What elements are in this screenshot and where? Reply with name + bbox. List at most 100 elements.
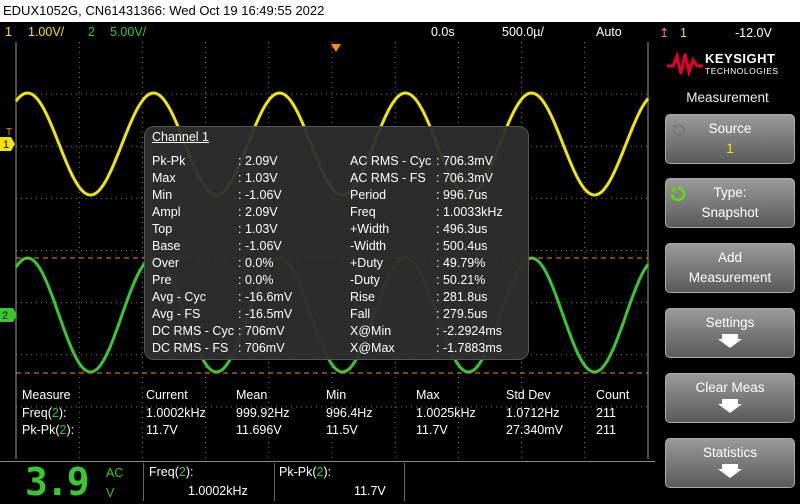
popup-row: Top: 1.03V: [152, 221, 332, 238]
table-cell: 11.696V: [236, 423, 282, 437]
popup-row-value: : 996.7us: [436, 188, 488, 202]
big-readout-digit: 3.9: [25, 460, 90, 504]
popup-row-value: : 1.03V: [238, 171, 278, 185]
popup-row-value: : -1.06V: [238, 188, 282, 202]
popup-row-value: : -16.6mV: [238, 290, 293, 304]
coupling-label: AC: [106, 466, 124, 480]
popup-left-column: Pk-Pk: 2.09V Max: 1.03V Min: -1.06V Ampl: 2…: [152, 153, 332, 357]
popup-row-label: -Duty: [350, 273, 380, 287]
ch2-ground-marker[interactable]: 2: [0, 308, 17, 322]
ch2-scale[interactable]: 5.00V/: [110, 22, 146, 42]
popup-row-value: : -16.5mV: [238, 307, 293, 321]
popup-row-label: DC RMS - FS: [152, 341, 229, 355]
ch1-number[interactable]: 1: [5, 22, 12, 42]
bottom-meas2-name[interactable]: Pk-Pk(2):: [279, 465, 331, 479]
popup-row: AC RMS - Cyc: 706.3mV: [350, 153, 525, 170]
settings-softkey[interactable]: Settings: [665, 308, 795, 358]
popup-row-value: : 706mV: [238, 341, 285, 355]
timebase[interactable]: 500.0µ/: [502, 22, 544, 42]
bottom-meas1-name[interactable]: Freq(2):: [149, 465, 193, 479]
keysight-logo: KEYSIGHT TECHNOLOGIES: [655, 22, 800, 86]
popup-row-value: : 281.8us: [436, 290, 488, 304]
popup-row: Ampl: 2.09V: [152, 204, 332, 221]
table-header-max: Max: [416, 388, 440, 402]
popup-row-label: -Width: [350, 239, 387, 253]
horizontal-delay[interactable]: 0.0s: [431, 22, 455, 42]
trigger-level-marker[interactable]: T: [6, 127, 12, 138]
brand-name: KEYSIGHT: [705, 51, 776, 66]
popup-row: -Duty : 50.21%: [350, 272, 525, 289]
table-header-mean: Mean: [236, 388, 268, 402]
ch1-ground-marker[interactable]: 1: [0, 137, 15, 151]
popup-row-label: X@Min: [350, 324, 392, 338]
source-softkey[interactable]: Source 1: [665, 114, 795, 164]
popup-row-label: AC RMS - FS: [350, 171, 426, 185]
popup-row: Freq : 1.0033kHz: [350, 204, 525, 221]
popup-row-label: Min: [152, 188, 173, 202]
popup-row-label: Base: [152, 239, 181, 253]
measurement-statistics-table: Measure Current Mean Min Max Std Dev Cou…: [0, 388, 655, 440]
popup-row-value: : 279.5us: [436, 307, 488, 321]
popup-row: Period : 996.7us: [350, 187, 525, 204]
popup-row-label: Period: [350, 188, 387, 202]
table-header-measure: Measure: [22, 388, 71, 402]
popup-row: Fall : 279.5us: [350, 306, 525, 323]
popup-row-value: : 2.09V: [238, 154, 278, 168]
popup-row-label: Freq: [350, 205, 376, 219]
popup-row-label: Fall: [350, 307, 371, 321]
add-measurement-label-2: Measurement: [688, 270, 772, 285]
popup-row: Avg - Cyc: -16.6mV: [152, 289, 332, 306]
popup-row: Pre: 0.0%: [152, 272, 332, 289]
popup-row-value: : 1.0033kHz: [436, 205, 503, 219]
popup-row-value: : -2.2924ms: [436, 324, 503, 338]
popup-row: DC RMS - FS : 706mV: [152, 340, 332, 357]
table-header-count: Count: [596, 388, 630, 402]
popup-row-value: : 496.3us: [436, 222, 488, 236]
type-value: Snapshot: [701, 205, 759, 220]
unit-label: V: [106, 486, 115, 500]
source-label: Source: [708, 121, 752, 136]
table-cell: 211: [596, 423, 616, 437]
source-value: 1: [726, 141, 734, 156]
statistics-softkey[interactable]: Statistics: [665, 438, 795, 488]
popup-row-value: : -1.7883ms: [436, 341, 503, 355]
table-row-pkpk-name: Pk-Pk(2):: [22, 423, 75, 437]
popup-row: Base: -1.06V: [152, 238, 332, 255]
popup-right-column: AC RMS - Cyc: 706.3mV AC RMS - FS : 706.3m…: [350, 153, 525, 357]
type-label: Type:: [713, 185, 747, 200]
popup-row: +Duty: 49.79%: [350, 255, 525, 272]
popup-row: Rise: 281.8us: [350, 289, 525, 306]
table-header-stddev: Std Dev: [506, 388, 551, 402]
popup-row-label: +Duty: [350, 256, 384, 270]
popup-row: Avg - FS : -16.5mV: [152, 306, 332, 323]
popup-row-label: Avg - FS: [152, 307, 201, 321]
popup-title: Channel 1: [152, 130, 209, 144]
popup-row-label: Ampl: [152, 205, 181, 219]
bottom-meas1-value: 1.0002kHz: [188, 484, 248, 498]
title-bar: EDUX1052G, CN61431366: Wed Oct 19 16:49:…: [0, 0, 800, 22]
popup-row-value: : 706.3mV: [436, 171, 493, 185]
table-cell: 11.7V: [416, 423, 448, 437]
table-cell: 1.0002kHz: [146, 406, 206, 420]
popup-row-value: : 706.3mV: [436, 154, 493, 168]
ch2-number[interactable]: 2: [88, 22, 95, 42]
popup-row-label: X@Max: [350, 341, 395, 355]
clear-meas-softkey[interactable]: Clear Meas: [665, 373, 795, 423]
bottom-meas2-value: 11.7V: [354, 484, 386, 498]
channel1-measurement-popup: Channel 1 Pk-Pk: 2.09V Max: 1.03V Min: -1.…: [144, 126, 529, 360]
status-bar: 1 1.00V/ 2 5.00V/ 0.0s 500.0µ/ Auto: [0, 22, 655, 42]
ch1-scale[interactable]: 1.00V/: [28, 22, 64, 42]
menu-title: Measurement: [686, 90, 769, 105]
popup-row: X@Min : -2.2924ms: [350, 323, 525, 340]
popup-row-label: Pre: [152, 273, 172, 287]
add-measurement-softkey[interactable]: Add Measurement: [665, 243, 795, 293]
keysight-wave-icon: [667, 50, 703, 78]
popup-row-label: Top: [152, 222, 173, 236]
popup-row-value: : 50.21%: [436, 273, 486, 287]
clear-meas-label: Clear Meas: [695, 380, 765, 395]
trigger-mode[interactable]: Auto: [596, 22, 622, 42]
type-softkey[interactable]: Type: Snapshot: [665, 178, 795, 228]
popup-row-value: : 0.0%: [238, 256, 274, 270]
popup-row: Pk-Pk: 2.09V: [152, 153, 332, 170]
table-cell: 999.92Hz: [236, 406, 290, 420]
